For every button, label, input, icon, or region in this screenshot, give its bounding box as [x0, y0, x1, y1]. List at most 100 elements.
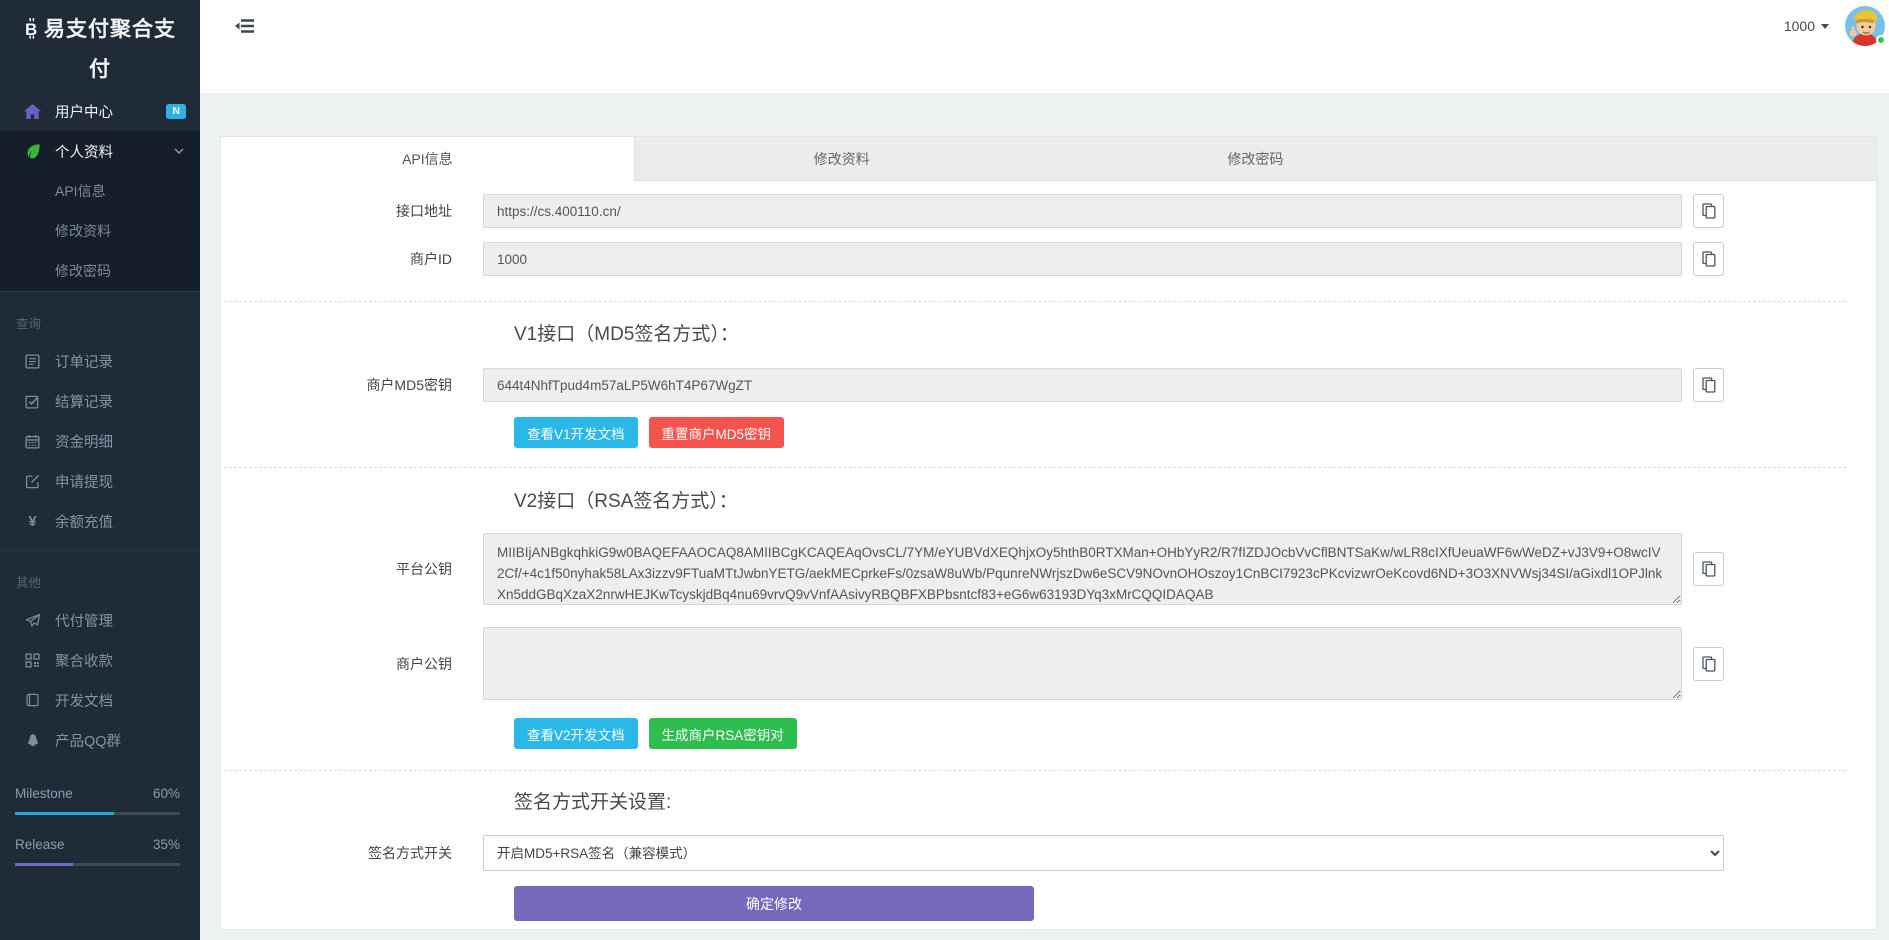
- section-divider: [224, 770, 1846, 771]
- merchant-id-row: 商户ID: [221, 242, 1724, 276]
- view-v2-docs-button[interactable]: 查看V2开发文档: [514, 718, 638, 749]
- tab-change-password[interactable]: 修改密码: [1049, 137, 1463, 180]
- merchant-key-label: 商户公钥: [221, 654, 483, 674]
- platform-key-label: 平台公钥: [221, 559, 483, 579]
- main-content: API信息 修改资料 修改密码 接口地址 商户ID V1接口（MD5签名方式）：: [200, 93, 1889, 940]
- sidebar-item-label: 聚合收款: [55, 650, 113, 671]
- merchant-key-row: 商户公钥: [221, 627, 1724, 700]
- send-icon: [24, 613, 41, 628]
- submit-row: 确定修改: [514, 886, 1876, 921]
- qr-icon: [24, 653, 41, 668]
- md5-key-row: 商户MD5密钥: [221, 368, 1724, 402]
- api-info-card: API信息 修改资料 修改密码 接口地址 商户ID V1接口（MD5签名方式）：: [220, 136, 1877, 930]
- sidebar-toggle-icon[interactable]: [231, 13, 257, 39]
- sidebar-item-settlement-records[interactable]: 结算记录: [0, 381, 200, 421]
- reset-md5-key-button[interactable]: 重置商户MD5密钥: [649, 417, 785, 448]
- home-icon: [24, 104, 41, 119]
- sidebar-item-label: 订单记录: [55, 351, 113, 372]
- section-label-other: 其他: [0, 551, 200, 600]
- leaf-icon: [24, 143, 41, 159]
- sidebar-subitem-label: API信息: [55, 181, 106, 201]
- md5-key-input[interactable]: [483, 368, 1682, 402]
- sidebar-item-order-records[interactable]: 订单记录: [0, 341, 200, 381]
- sidebar-item-product-qq-group[interactable]: 产品QQ群: [0, 720, 200, 760]
- sidebar-item-label: 个人资料: [55, 141, 113, 162]
- copy-button[interactable]: [1693, 242, 1724, 276]
- api-url-input[interactable]: [483, 194, 1682, 228]
- progress-bar: [15, 812, 180, 815]
- check-square-icon: [24, 394, 41, 409]
- account-dropdown[interactable]: 1000: [1784, 18, 1829, 34]
- sidebar: B 易支付聚合支付 用户中心 N 个人资料 API信息 修改资料 修改密: [0, 0, 200, 940]
- sidebar-item-label: 余额充值: [55, 511, 113, 532]
- v1-buttons-row: 查看V1开发文档 重置商户MD5密钥: [514, 417, 1876, 448]
- sidebar-subitem-api-info[interactable]: API信息: [0, 171, 200, 211]
- sidebar-item-label: 产品QQ群: [55, 730, 121, 751]
- progress-label: Milestone: [15, 786, 73, 801]
- sidebar-item-label: 申请提现: [55, 471, 113, 492]
- sidebar-progress: Milestone 60% Release 35%: [15, 786, 180, 888]
- account-id: 1000: [1784, 18, 1815, 34]
- progress-value: 60%: [153, 786, 180, 801]
- sidebar-subitem-label: 修改资料: [55, 221, 111, 241]
- caret-down-icon: [1821, 24, 1829, 29]
- sidebar-item-fund-details[interactable]: 资金明细: [0, 421, 200, 461]
- v2-section-heading: V2接口（RSA签名方式）：: [514, 486, 1876, 513]
- sidebar-item-label: 结算记录: [55, 391, 113, 412]
- sidebar-subitem-edit-profile[interactable]: 修改资料: [0, 211, 200, 251]
- milestone-progress: Milestone 60%: [15, 786, 180, 815]
- book-icon: [24, 693, 41, 708]
- tab-api-info[interactable]: API信息: [221, 137, 635, 182]
- sidebar-item-withdraw[interactable]: 申请提现: [0, 461, 200, 501]
- merchant-id-input[interactable]: [483, 242, 1682, 276]
- new-badge: N: [166, 104, 186, 119]
- sidebar-item-balance-recharge[interactable]: ¥ 余额充值: [0, 501, 200, 541]
- user-avatar[interactable]: [1845, 6, 1885, 46]
- release-progress: Release 35%: [15, 837, 180, 866]
- profile-group: 个人资料 API信息 修改资料 修改密码: [0, 131, 200, 291]
- copy-button[interactable]: [1693, 552, 1724, 586]
- qq-icon: [24, 733, 41, 748]
- api-url-label: 接口地址: [221, 201, 483, 221]
- yen-icon: ¥: [24, 514, 41, 529]
- sign-switch-row: 签名方式开关 开启MD5+RSA签名（兼容模式）: [221, 835, 1724, 871]
- online-status-dot: [1876, 35, 1886, 45]
- bitcoin-icon: B: [24, 18, 39, 39]
- list-icon: [24, 354, 41, 369]
- sidebar-item-label: 资金明细: [55, 431, 113, 452]
- copy-button[interactable]: [1693, 368, 1724, 402]
- merchant-key-textarea[interactable]: [483, 627, 1682, 700]
- progress-bar: [15, 863, 180, 866]
- sign-switch-heading: 签名方式开关设置:: [514, 787, 1876, 814]
- api-url-row: 接口地址: [221, 194, 1724, 228]
- sign-switch-select[interactable]: 开启MD5+RSA签名（兼容模式）: [483, 835, 1724, 871]
- v1-section-heading: V1接口（MD5签名方式）：: [514, 319, 1876, 346]
- brand: B 易支付聚合支付: [0, 0, 200, 91]
- platform-key-textarea[interactable]: MIIBIjANBgkqhkiG9w0BAQEFAAOCAQ8AMIIBCgKC…: [483, 533, 1682, 605]
- sidebar-item-payout-management[interactable]: 代付管理: [0, 600, 200, 640]
- confirm-submit-button[interactable]: 确定修改: [514, 886, 1034, 921]
- copy-button[interactable]: [1693, 647, 1724, 681]
- section-divider: [224, 301, 1846, 302]
- sidebar-subitem-label: 修改密码: [55, 261, 111, 281]
- sidebar-item-aggregate-collection[interactable]: 聚合收款: [0, 640, 200, 680]
- sidebar-item-label: 代付管理: [55, 610, 113, 631]
- platform-key-row: 平台公钥 MIIBIjANBgkqhkiG9w0BAQEFAAOCAQ8AMII…: [221, 533, 1724, 605]
- sidebar-item-profile[interactable]: 个人资料: [0, 131, 200, 171]
- view-v1-docs-button[interactable]: 查看V1开发文档: [514, 417, 638, 448]
- sidebar-subitem-change-password[interactable]: 修改密码: [0, 251, 200, 291]
- tab-edit-profile[interactable]: 修改资料: [635, 137, 1049, 180]
- sidebar-item-label: 开发文档: [55, 690, 113, 711]
- sidebar-item-dev-docs[interactable]: 开发文档: [0, 680, 200, 720]
- sidebar-item-user-center[interactable]: 用户中心 N: [0, 91, 200, 131]
- brand-title: 易支付聚合支付: [44, 18, 176, 81]
- section-divider: [224, 467, 1846, 468]
- progress-value: 35%: [153, 837, 180, 852]
- merchant-id-label: 商户ID: [221, 249, 483, 269]
- copy-button[interactable]: [1693, 194, 1724, 228]
- chevron-down-icon: [174, 148, 184, 154]
- edit-icon: [24, 474, 41, 489]
- md5-key-label: 商户MD5密钥: [221, 375, 483, 395]
- generate-rsa-keypair-button[interactable]: 生成商户RSA密钥对: [649, 718, 797, 749]
- sidebar-item-label: 用户中心: [55, 101, 113, 122]
